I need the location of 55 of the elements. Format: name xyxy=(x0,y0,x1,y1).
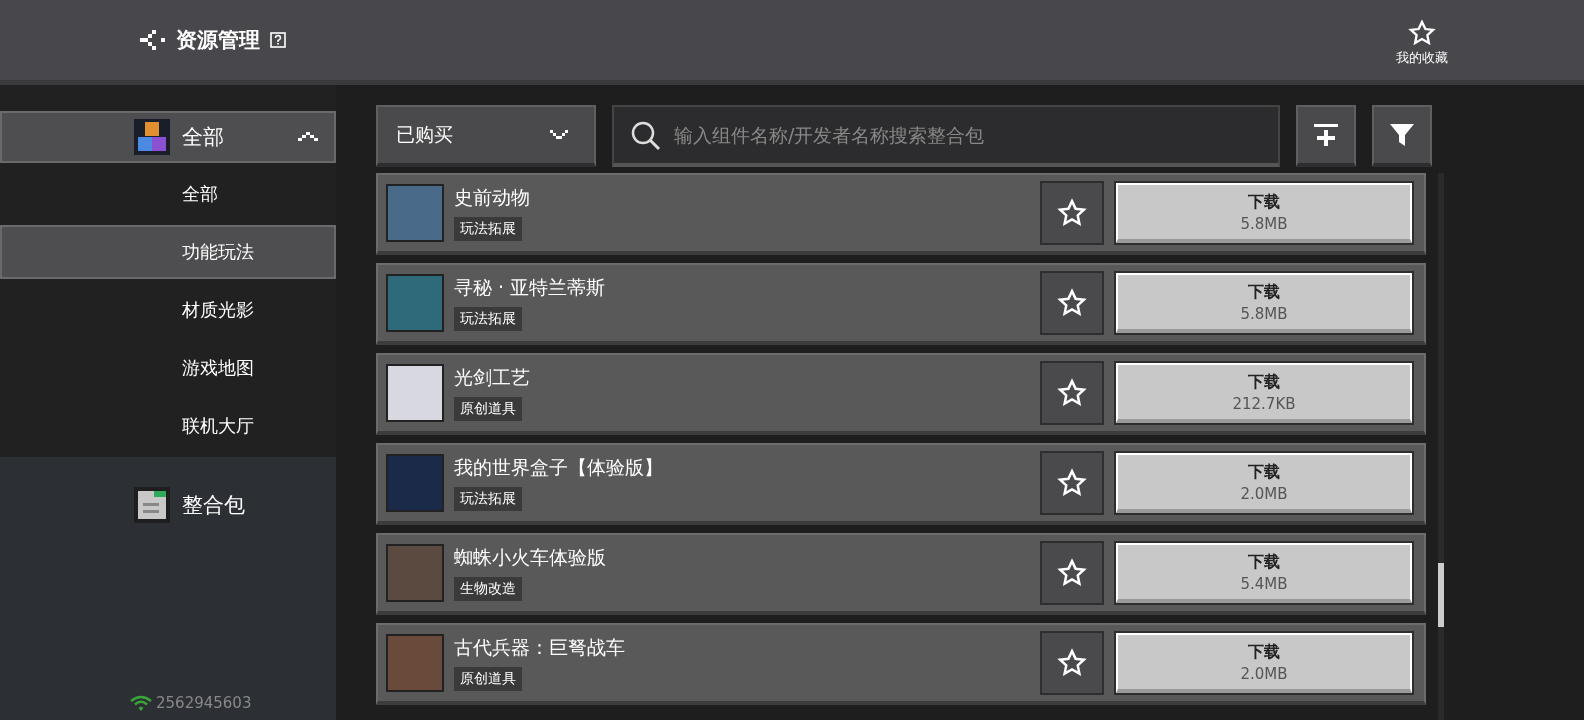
category-tag: 原创道具 xyxy=(454,397,522,421)
caret-up-icon xyxy=(298,132,318,142)
category-tag: 玩法拓展 xyxy=(454,487,522,511)
category-tag: 玩法拓展 xyxy=(454,217,522,241)
download-button[interactable]: 下载 5.8MB xyxy=(1116,183,1412,243)
star-icon xyxy=(1057,468,1087,498)
favorite-button[interactable] xyxy=(1040,541,1104,605)
category-header[interactable]: 全部 xyxy=(0,111,336,163)
resource-title: 史前动物 xyxy=(454,185,530,210)
category-header[interactable]: 整合包 xyxy=(0,479,336,531)
star-icon xyxy=(1407,19,1437,47)
search-icon xyxy=(630,120,662,152)
category-tag: 玩法拓展 xyxy=(454,307,522,331)
sidebar-item[interactable]: 材质光影 xyxy=(0,283,336,337)
download-button[interactable]: 下载 5.4MB xyxy=(1116,543,1412,603)
star-icon xyxy=(1057,558,1087,588)
blocks-icon xyxy=(134,119,170,155)
favorite-button[interactable] xyxy=(1040,631,1104,695)
document-icon xyxy=(134,487,170,523)
caret-down-icon xyxy=(550,130,568,140)
star-icon xyxy=(1057,648,1087,678)
pin-top-button[interactable] xyxy=(1296,105,1356,167)
star-icon xyxy=(1057,378,1087,408)
page-title: 资源管理 xyxy=(176,27,260,54)
star-icon xyxy=(1057,288,1087,318)
resource-title: 光剑工艺 xyxy=(454,365,530,390)
category-tag: 原创道具 xyxy=(454,667,522,691)
help-icon[interactable] xyxy=(270,32,286,48)
resource-title: 蜘蛛小火车体验版 xyxy=(454,545,606,570)
favorite-button[interactable] xyxy=(1040,181,1104,245)
favorite-button[interactable] xyxy=(1040,451,1104,515)
sidebar-item[interactable]: 游戏地图 xyxy=(0,341,336,395)
resource-title: 我的世界盒子【体验版】 xyxy=(454,455,663,480)
scrollbar[interactable] xyxy=(1438,173,1444,720)
download-button[interactable]: 下载 5.8MB xyxy=(1116,273,1412,333)
filter-button[interactable] xyxy=(1372,105,1432,167)
download-button[interactable]: 下载 2.0MB xyxy=(1116,453,1412,513)
resource-title: 寻秘 · 亚特兰蒂斯 xyxy=(454,275,606,300)
favorite-button[interactable] xyxy=(1040,271,1104,335)
wifi-icon xyxy=(130,695,152,711)
funnel-icon xyxy=(1388,121,1416,149)
sidebar-item[interactable]: 联机大厅 xyxy=(0,399,336,453)
category-tag: 生物改造 xyxy=(454,577,522,601)
download-button[interactable]: 下载 212.7KB xyxy=(1116,363,1412,423)
star-icon xyxy=(1057,198,1087,228)
filter-dropdown[interactable]: 已购买 xyxy=(376,105,596,167)
search-field[interactable]: 输入组件名称/开发者名称搜索整合包 xyxy=(612,105,1280,167)
sidebar-item[interactable]: 全部 xyxy=(0,167,336,221)
resource-title: 古代兵器：巨弩战车 xyxy=(454,635,625,660)
download-button[interactable]: 下载 2.0MB xyxy=(1116,633,1412,693)
favorites-button[interactable]: 我的收藏 xyxy=(1396,13,1448,67)
favorite-button[interactable] xyxy=(1040,361,1104,425)
back-arrow-icon[interactable] xyxy=(138,30,166,50)
sidebar-item[interactable]: 功能玩法 xyxy=(0,225,336,279)
account-id: 2562945603 xyxy=(156,694,252,712)
